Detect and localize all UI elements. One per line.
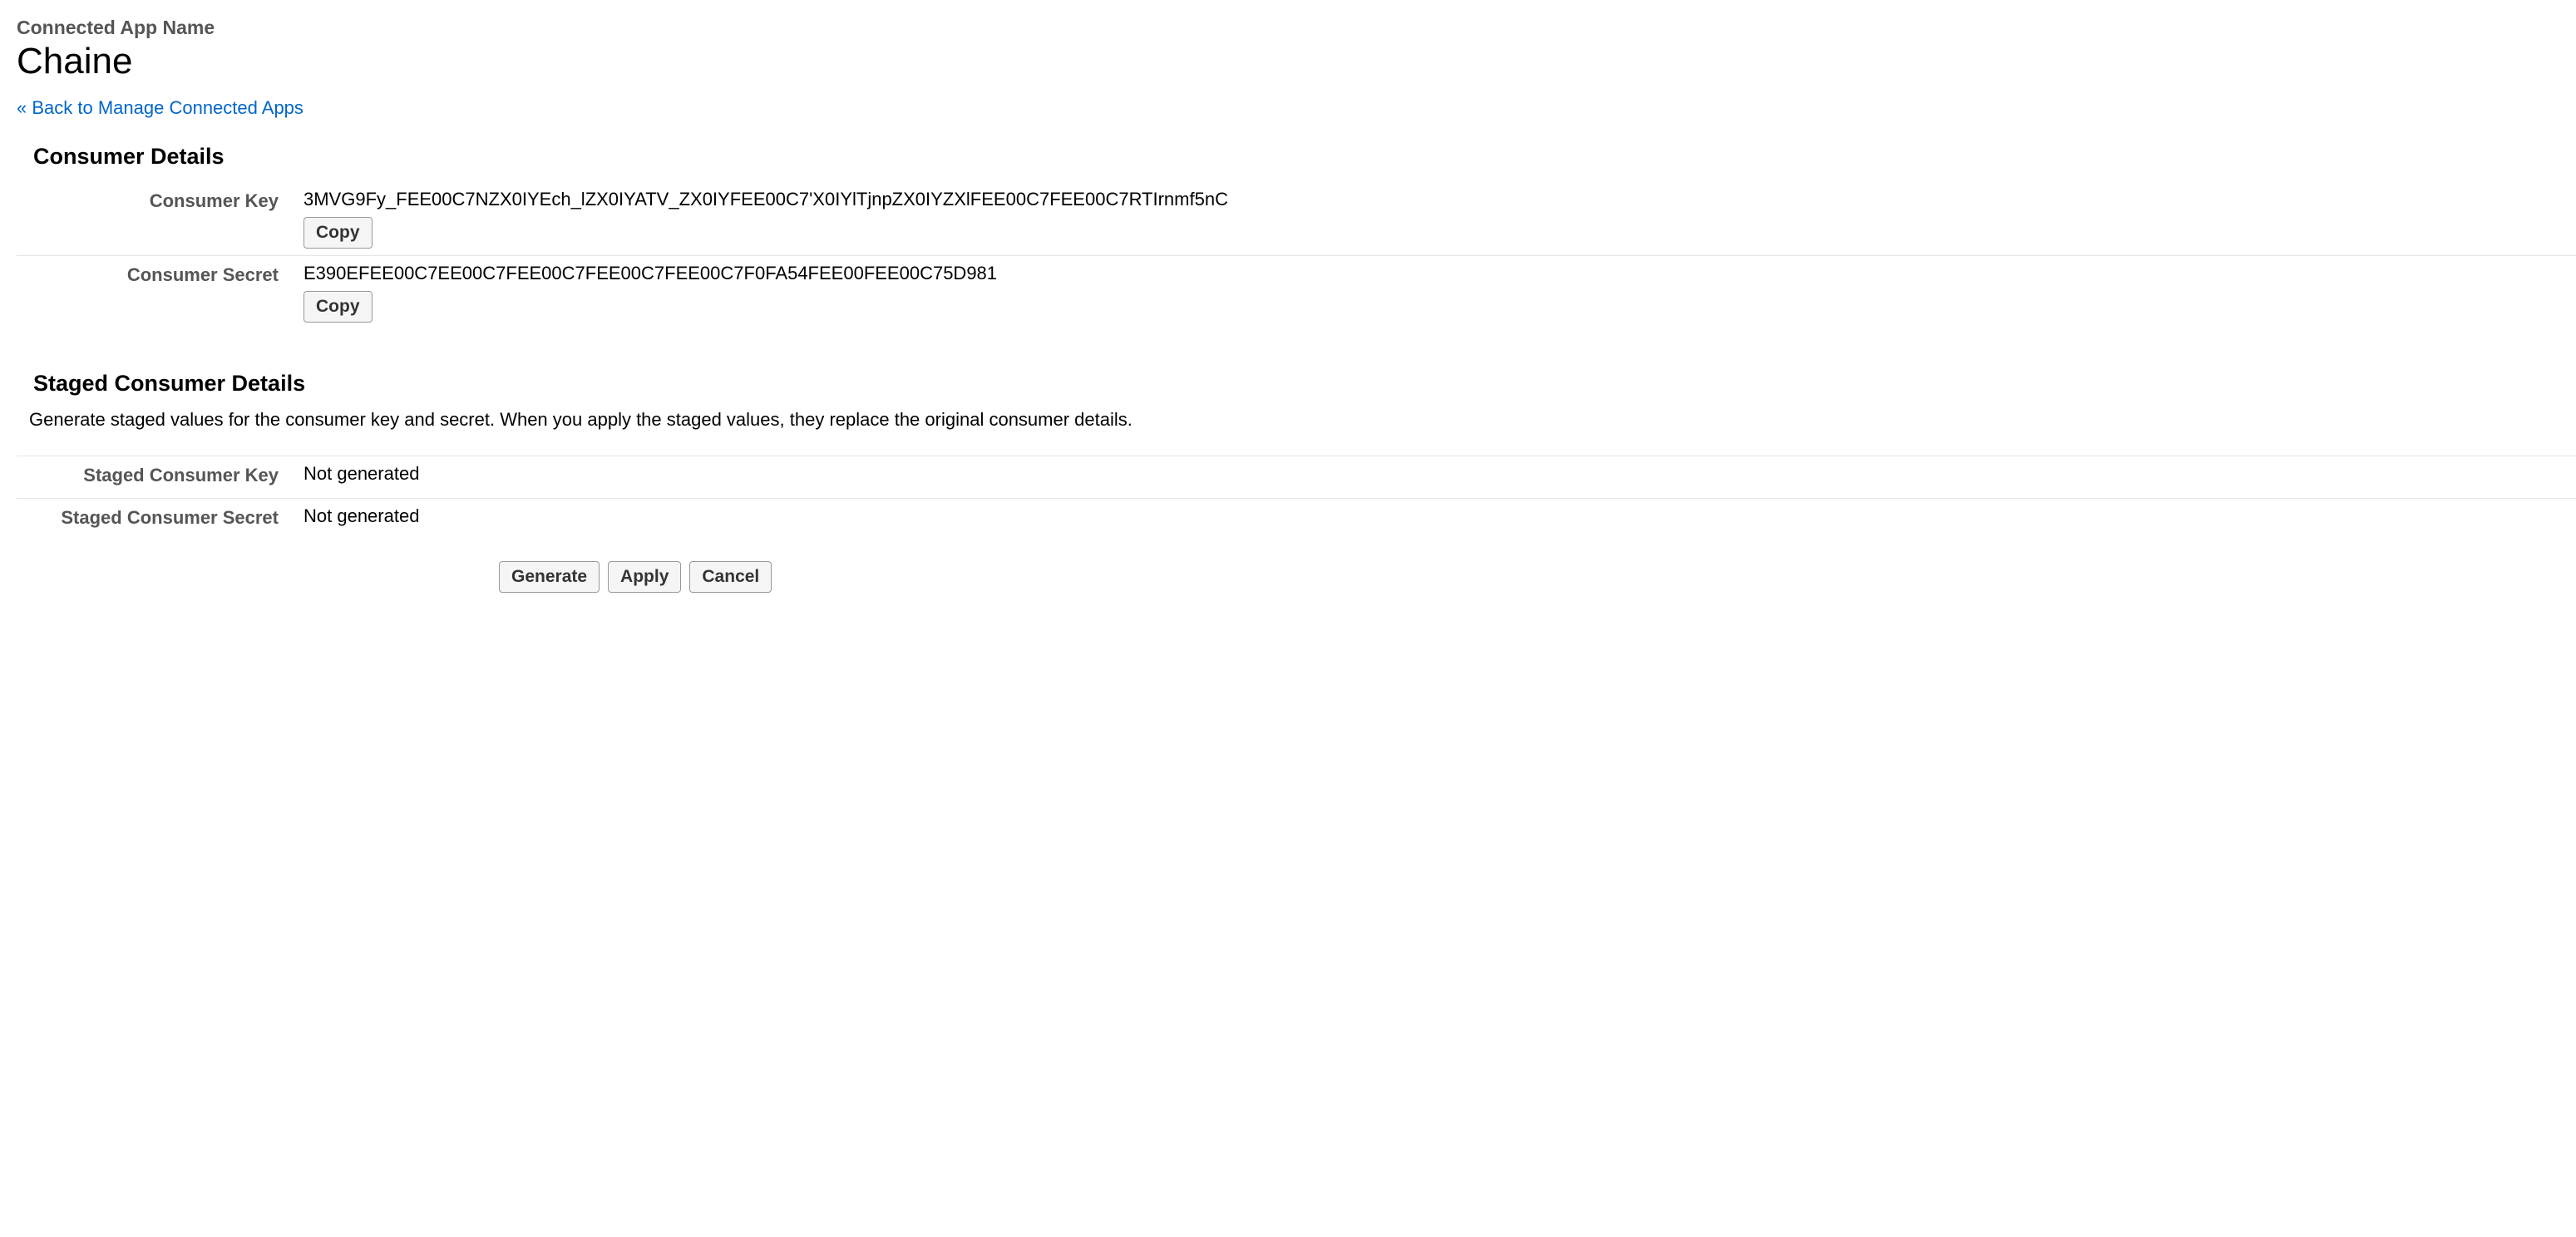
cancel-button[interactable]: Cancel [689, 561, 772, 593]
page-title: Chaine [17, 41, 2576, 82]
back-link[interactable]: « Back to Manage Connected Apps [17, 97, 303, 119]
consumer-secret-value: E390EFEE00C7EE00C7FEE00C7FEE00C7FEE00C7F… [303, 263, 2576, 284]
consumer-details-heading: Consumer Details [33, 144, 2576, 170]
consumer-secret-label: Consumer Secret [17, 263, 303, 286]
staged-key-label: Staged Consumer Key [17, 463, 303, 486]
staged-details-description: Generate staged values for the consumer … [29, 409, 2576, 431]
back-link-text: Back to Manage Connected Apps [32, 97, 303, 118]
back-link-prefix: « [17, 97, 32, 118]
action-button-row: Generate Apply Cancel [499, 561, 2576, 593]
consumer-key-label: Consumer Key [17, 189, 303, 212]
copy-consumer-key-button[interactable]: Copy [303, 217, 373, 249]
generate-button[interactable]: Generate [499, 561, 600, 593]
staged-details-heading: Staged Consumer Details [33, 371, 2576, 397]
staged-secret-label: Staged Consumer Secret [17, 505, 303, 529]
staged-key-value: Not generated [303, 463, 2576, 485]
header-label: Connected App Name [17, 17, 2576, 39]
copy-consumer-secret-button[interactable]: Copy [303, 291, 373, 323]
consumer-key-value: 3MVG9Fy_FEE00C7NZX0IYEch_lZX0IYATV_ZX0IY… [303, 189, 2576, 210]
staged-secret-value: Not generated [303, 505, 2576, 527]
apply-button[interactable]: Apply [608, 561, 681, 593]
